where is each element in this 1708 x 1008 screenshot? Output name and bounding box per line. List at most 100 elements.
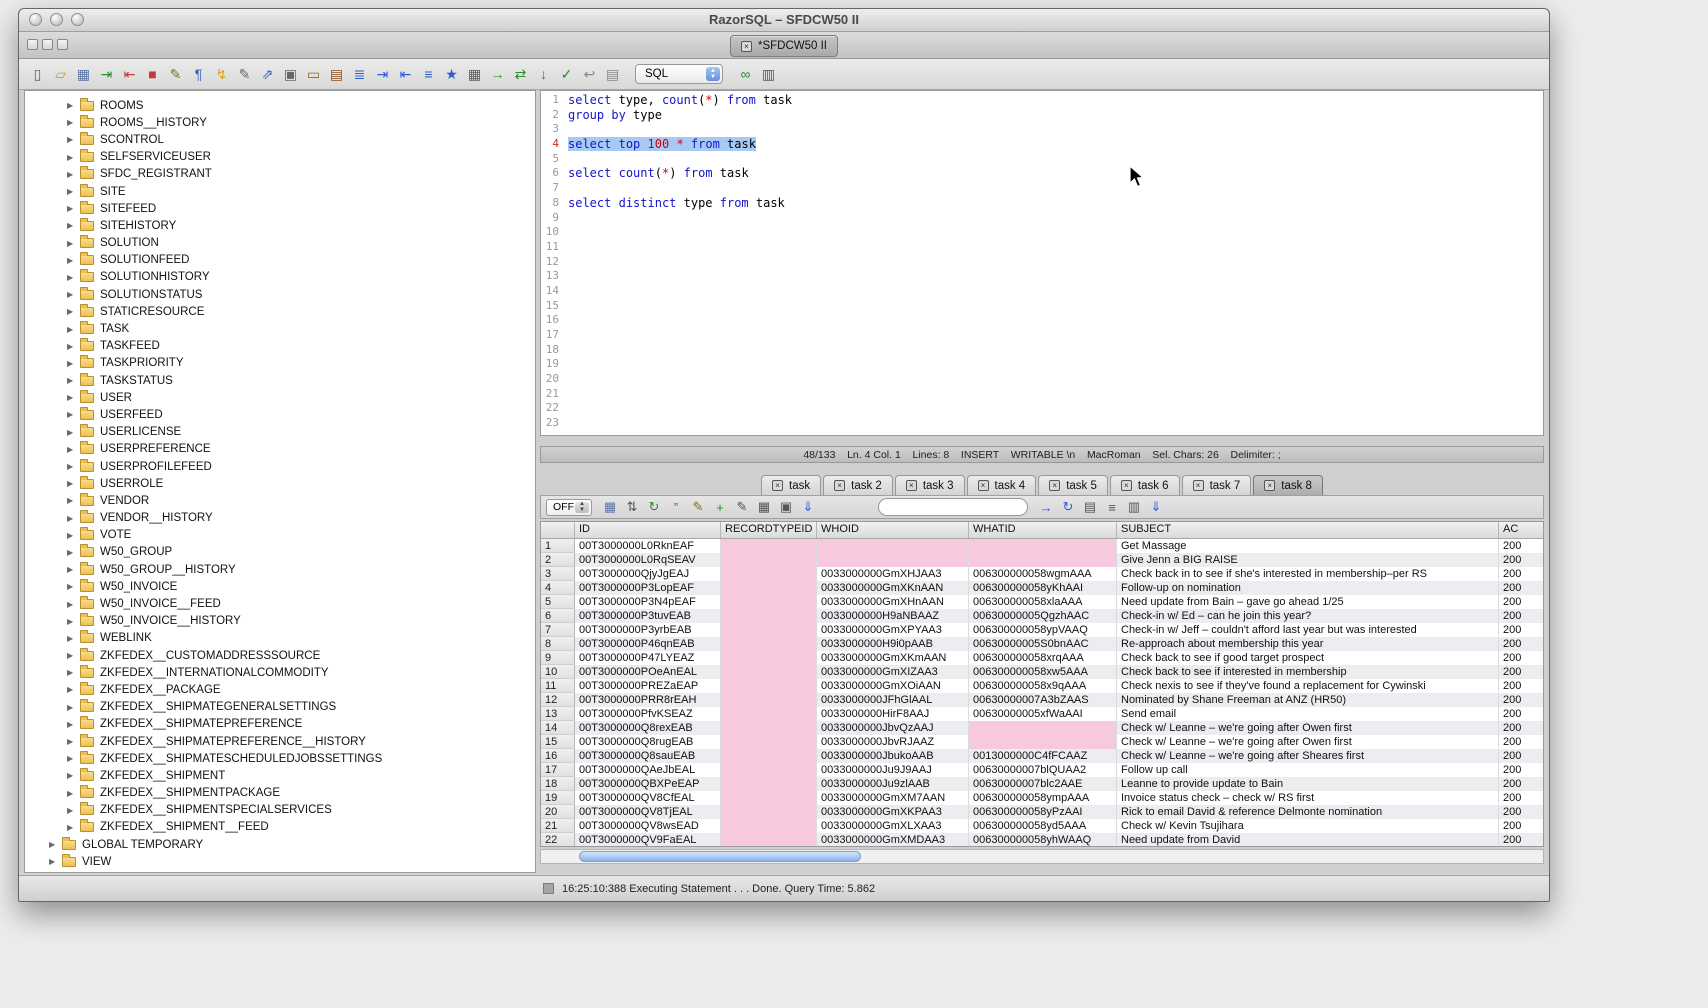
grid-cell[interactable] [721,721,817,735]
sidebar-item-zkfedex-shipmatescheduledjobssettings[interactable]: ▶ZKFEDEX__SHIPMATESCHEDULEDJOBSSETTINGS [25,750,535,767]
disclosure-triangle-icon[interactable]: ▶ [67,153,80,162]
grid-cell[interactable]: 00T3000000Q8rexEAB [575,721,721,735]
format-sql-icon[interactable]: ≣ [349,64,370,85]
grid-cell[interactable] [721,609,817,623]
grid-cell[interactable]: 00630000007A3bZAAS [969,693,1117,707]
grid-cell[interactable]: 00T3000000P3LopEAF [575,581,721,595]
disclosure-triangle-icon[interactable]: ▶ [67,342,80,351]
sidebar-item-scontrol[interactable]: ▶SCONTROL [25,131,535,148]
disclosure-triangle-icon[interactable]: ▶ [67,703,80,712]
zoom-window-button[interactable] [71,13,84,26]
scrollbar-thumb[interactable] [579,851,861,862]
sidebar-item-solutionfeed[interactable]: ▶SOLUTIONFEED [25,252,535,269]
disclosure-triangle-icon[interactable]: ▶ [67,393,80,402]
code-line[interactable] [568,255,1541,270]
grid-cell[interactable]: 00T3000000P3tuvEAB [575,609,721,623]
sidebar-item-zkfedex-shipmategeneralsettings[interactable]: ▶ZKFEDEX__SHIPMATEGENERALSETTINGS [25,699,535,716]
row-number[interactable]: 8 [541,637,575,651]
update-row-icon[interactable]: ✎ [732,498,752,517]
code-line[interactable] [568,240,1541,255]
grid-cell[interactable] [721,567,817,581]
close-tab-icon[interactable]: × [1193,480,1204,491]
insert-row-icon[interactable]: + [710,498,730,517]
disclosure-triangle-icon[interactable]: ▶ [67,273,80,282]
sidebar-item-zkfedex-internationalcommodity[interactable]: ▶ZKFEDEX__INTERNATIONALCOMMODITY [25,664,535,681]
disclosure-triangle-icon[interactable]: ▶ [67,376,80,385]
sidebar-item-zkfedex-shipment-feed[interactable]: ▶ZKFEDEX__SHIPMENT__FEED [25,819,535,836]
results-tab-task-7[interactable]: ×task 7 [1182,475,1252,495]
grid-cell[interactable]: 200 [1499,735,1544,749]
grid-cell[interactable]: 0033000000H9aNBAAZ [817,609,969,623]
sidebar-item-userprofilefeed[interactable]: ▶USERPROFILEFEED [25,458,535,475]
results-tab-task-4[interactable]: ×task 4 [967,475,1037,495]
sidebar-item-userlicense[interactable]: ▶USERLICENSE [25,424,535,441]
grid-cell[interactable]: 200 [1499,833,1544,847]
grid-cell[interactable]: Re-approach about membership this year [1117,637,1499,651]
grid-cell[interactable]: 00630000005QgzhAAC [969,609,1117,623]
disclosure-triangle-icon[interactable]: ▶ [67,101,80,110]
grid-cell[interactable] [721,791,817,805]
disclosure-triangle-icon[interactable]: ▶ [67,359,80,368]
close-window-button[interactable] [29,13,42,26]
close-tab-icon[interactable]: × [772,480,783,491]
results-grid-toggle-icon[interactable]: ▦ [464,64,485,85]
grid-cell[interactable] [721,763,817,777]
row-number[interactable]: 19 [541,791,575,805]
grid-cell[interactable]: 00T3000000QV8CfEAL [575,791,721,805]
save-file-icon[interactable]: ▦ [73,64,94,85]
refresh-grid-icon[interactable]: ↻ [1058,498,1078,517]
disclosure-triangle-icon[interactable]: ▶ [67,445,80,454]
grid-cell[interactable]: Send email [1117,707,1499,721]
grid-cell[interactable]: 006300000058yPzAAI [969,805,1117,819]
disclosure-triangle-icon[interactable]: ▶ [67,479,80,488]
disclosure-triangle-icon[interactable]: ▶ [67,754,80,763]
grid-cell[interactable] [817,539,969,553]
disclosure-triangle-icon[interactable]: ▶ [67,651,80,660]
close-tab-icon[interactable]: × [1049,480,1060,491]
copy-cell-icon[interactable]: ▣ [776,498,796,517]
sidebar-item-zkfedex-shipmatepreference[interactable]: ▶ZKFEDEX__SHIPMATEPREFERENCE [25,716,535,733]
chart-view-icon[interactable]: ▥ [1124,498,1144,517]
disclosure-triangle-icon[interactable]: ▶ [67,410,80,419]
row-number[interactable]: 22 [541,833,575,847]
code-line[interactable] [568,284,1541,299]
sidebar-item-vendor-history[interactable]: ▶VENDOR__HISTORY [25,510,535,527]
grid-cell[interactable] [721,735,817,749]
grid-cell[interactable] [721,707,817,721]
delete-object-icon[interactable]: ■ [142,64,163,85]
row-number[interactable]: 21 [541,819,575,833]
code-line[interactable] [568,225,1541,240]
save-results-icon[interactable]: ▦ [600,498,620,517]
disclosure-triangle-icon[interactable]: ▶ [67,170,80,179]
grid-cell[interactable]: 200 [1499,805,1544,819]
grid-cell[interactable]: 00T3000000QV8wsEAD [575,819,721,833]
grid-cell[interactable]: 0033000000GmXPYAA3 [817,623,969,637]
results-tab-task-5[interactable]: ×task 5 [1038,475,1108,495]
disclosure-triangle-icon[interactable]: ▶ [67,307,80,316]
grid-cell[interactable]: Check w/ Leanne – we're going after Shea… [1117,749,1499,763]
disclosure-triangle-icon[interactable]: ▶ [67,685,80,694]
close-tab-icon[interactable]: × [834,480,845,491]
grid-cell[interactable]: 200 [1499,721,1544,735]
indent-more-icon[interactable]: ⇥ [372,64,393,85]
execute-all-statements-icon[interactable]: ⇄ [510,64,531,85]
bookmarks-icon[interactable]: ▤ [326,64,347,85]
grid-cell[interactable]: 00T3000000L0RknEAF [575,539,721,553]
grid-cell[interactable]: Nominated by Shane Freeman at ANZ (HR50) [1117,693,1499,707]
execute-statement-icon[interactable]: → [487,64,508,85]
grid-cell[interactable]: 00T3000000QV9FaEAL [575,833,721,847]
grid-cell[interactable] [721,595,817,609]
grid-cell[interactable]: 200 [1499,637,1544,651]
close-tab-icon[interactable]: × [1121,480,1132,491]
sidebar-item-weblink[interactable]: ▶WEBLINK [25,630,535,647]
grid-view-icon[interactable]: ▤ [1080,498,1100,517]
grid-cell[interactable]: 0033000000GmXKmAAN [817,651,969,665]
grid-cell[interactable]: Check back in to see if she's interested… [1117,567,1499,581]
column-header-whoid[interactable]: WHOID [817,522,969,538]
go-to-row-icon[interactable]: → [1036,498,1056,517]
grid-cell[interactable]: 00630000007blQUAA2 [969,763,1117,777]
document-tab[interactable]: × *SFDCW50 II [730,35,838,57]
grid-horizontal-scrollbar[interactable] [540,849,1544,864]
row-number[interactable]: 15 [541,735,575,749]
code-line[interactable] [568,269,1541,284]
